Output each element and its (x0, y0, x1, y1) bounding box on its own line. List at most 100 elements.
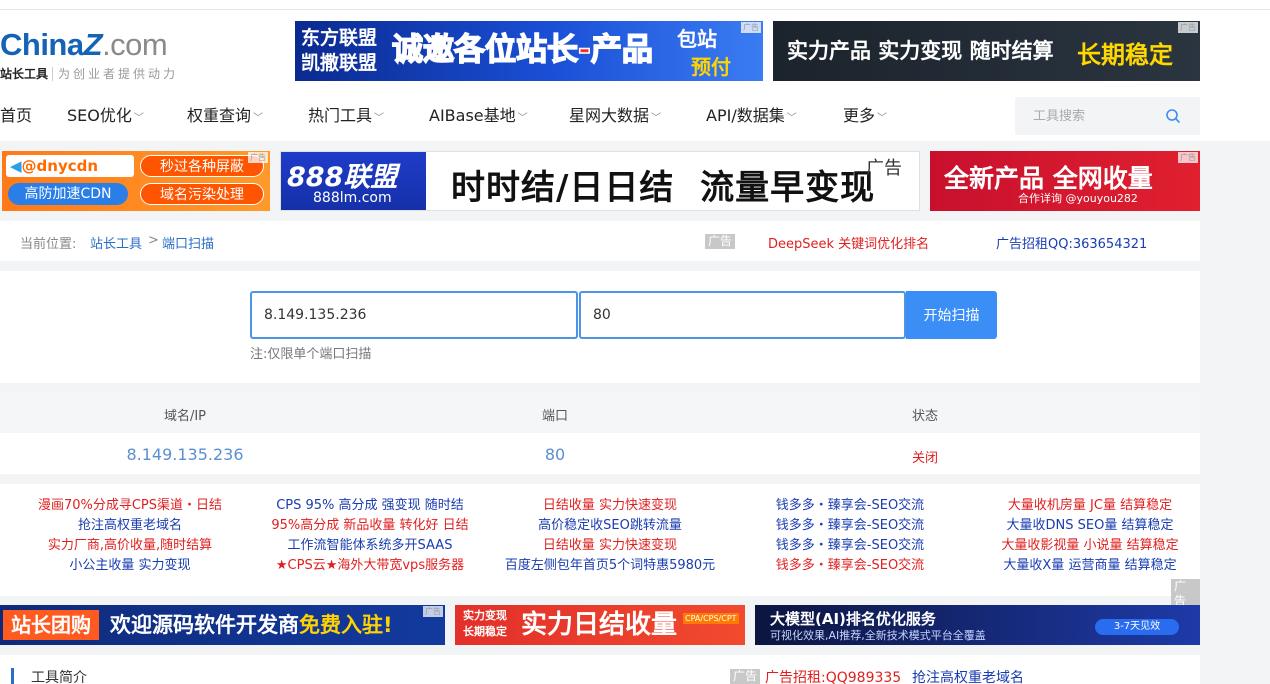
chevron-down-icon: ﹀ (374, 113, 385, 124)
nav-item-home[interactable]: 首页 (0, 106, 32, 126)
ad-link-column-2: CPS 95% 高分成 强变现 随时结 95%高分成 新品收量 转化好 日结 工… (250, 496, 490, 576)
nav-item-bigdata[interactable]: 星网大数据 ﹀ (569, 106, 661, 129)
ad3-text-d: 域名污染处理 (140, 183, 264, 205)
ad-tag: 广告 (705, 234, 736, 249)
result-port[interactable]: 80 (545, 445, 565, 464)
result-status: 关闭 (911, 451, 939, 466)
chevron-down-icon: ﹀ (786, 113, 797, 124)
banner-ad-cdn[interactable]: ◀@dnycdn 秒过各种屏蔽 高防加速CDN 域名污染处理 广告 (2, 151, 270, 211)
ad3-text-b: 秒过各种屏蔽 (140, 155, 264, 177)
ad-link[interactable]: 钱多多・臻享会-SEO交流 (730, 556, 970, 576)
nav-label: API/数据集 (706, 106, 785, 125)
breadcrumb-link-portscan[interactable]: 端口扫描 (162, 233, 214, 252)
result-ip[interactable]: 8.149.135.236 (126, 445, 243, 464)
logo-part3: .com (102, 27, 168, 62)
banner-ad-ai-ranking[interactable]: 大模型(AI)排名优化服务 可视化效果,AI推荐,全新技术模式平台全覆盖 3-7… (755, 605, 1200, 645)
logo-part2: Z (83, 27, 103, 62)
logo-tagline: 站长工具 为创业者提供动力 (0, 66, 210, 82)
logo-sub1: 站长工具 (0, 67, 49, 81)
ad6-text1: 欢迎源码软件开发商 (110, 613, 299, 637)
logo-sub2: 为创业者提供动力 (52, 67, 179, 81)
nav-item-aibase[interactable]: AIBase基地 ﹀ (429, 106, 528, 129)
nav-label: 热门工具 (308, 106, 373, 125)
ad-link[interactable]: 高价稳定收SEO跳转流量 (490, 516, 730, 536)
chevron-down-icon: ﹀ (517, 113, 528, 124)
ad1-left-text: 东方联盟 凯撒联盟 (301, 27, 378, 74)
ad-tag: 广告 (730, 669, 761, 684)
chevron-down-icon: ﹀ (651, 113, 662, 124)
ad-link[interactable]: 钱多多・臻享会-SEO交流 (730, 496, 970, 516)
ad6-text2: 免费入驻! (299, 613, 393, 637)
ad-link[interactable]: 大量收DNS SEO量 结算稳定 (970, 516, 1210, 536)
banner-ad-daily-settle[interactable]: 实力变现 长期稳定 实力日结收量 CPA/CPS/CPT (455, 605, 745, 645)
logo-wordmark: ChinaZ.com (0, 28, 210, 62)
ad-link[interactable]: 漫画70%分成寻CPS渠道・日结 (10, 496, 250, 516)
nav-item-seo[interactable]: SEO优化 ﹀ (67, 106, 144, 129)
ad-link[interactable]: 日结收量 实力快速变现 (490, 496, 730, 516)
ad-tag: 广告 (741, 22, 761, 33)
logo-part1: China (0, 27, 84, 62)
ad4-tag: 广告 (866, 158, 902, 179)
search-icon[interactable] (1165, 108, 1181, 124)
site-logo[interactable]: ChinaZ.com 站长工具 为创业者提供动力 (0, 28, 210, 88)
nav-item-more[interactable]: 更多 ﹀ (843, 106, 887, 129)
ad2-left-text: 实力产品 实力变现 随时结算 (787, 39, 1054, 63)
banner-ad-group-buy[interactable]: 站长团购 欢迎源码软件开发商免费入驻! 广告 (0, 605, 445, 645)
ad4-slogan: 时时结/日日结 流量早变现 (451, 168, 876, 208)
main-nav: 首页 SEO优化 ﹀ 权重查询 ﹀ 热门工具 ﹀ AIBase基地 ﹀ 星网大数据 ﹀ A… (0, 95, 1000, 139)
ad4-url: 888lm.com (313, 190, 392, 206)
ad-link[interactable]: CPS 95% 高分成 强变现 随时结 (250, 496, 490, 516)
intro-ad-qq[interactable]: 广告招租:QQ989335 (765, 667, 901, 684)
start-scan-button[interactable]: 开始扫描 (906, 291, 997, 339)
ad3-text-c: 高防加速CDN (8, 183, 128, 205)
ad-link[interactable]: 抢注高权重老域名 (10, 516, 250, 536)
ad-link[interactable]: 大量收X量 运营商量 结算稳定 (970, 556, 1210, 576)
banner-ad-new-product[interactable]: 全新产品 全网收量 合作详询 @youyou282 广告 (930, 151, 1200, 211)
intro-ad-domain[interactable]: 抢注高权重老域名 (912, 667, 1024, 684)
port-input[interactable] (579, 291, 906, 339)
ad-link[interactable]: 95%高分成 新品收量 转化好 日结 (250, 516, 490, 536)
header-status: 状态 (911, 409, 939, 424)
ip-input[interactable] (250, 291, 578, 339)
breadcrumb-separator: > (148, 233, 159, 248)
breadcrumb-link-tools[interactable]: 站长工具 (90, 233, 142, 252)
ad-link-column-3: 日结收量 实力快速变现 高价稳定收SEO跳转流量 日结收量 实力快速变现 百度左… (490, 496, 730, 576)
banner-ad-888[interactable]: 888联盟 888lm.com 时时结/日日结 流量早变现 广告 (280, 151, 920, 211)
ad-link[interactable]: 工作流智能体系统多开SAAS (250, 536, 490, 556)
breadcrumb-ad-qq[interactable]: 广告招租QQ:363654321 (996, 233, 1147, 252)
ad-link[interactable]: 大量收影视量 小说量 结算稳定 (970, 536, 1210, 556)
ad-tag: 广告 (1178, 152, 1198, 163)
chevron-down-icon: ﹀ (253, 113, 264, 124)
breadcrumb-label: 当前位置: (20, 237, 77, 252)
ad1-right-text1: 包站 (677, 27, 717, 51)
banner-ad-stable[interactable]: 实力产品 实力变现 随时结算 长期稳定 广告 (773, 21, 1200, 81)
nav-item-api[interactable]: API/数据集 ﹀ (706, 106, 797, 129)
nav-label: AIBase基地 (429, 106, 516, 125)
ad-link[interactable]: ★CPS云★海外大带宽vps服务器 (250, 556, 490, 576)
ad4-logo-text: 888联盟 (287, 162, 398, 193)
ad-link[interactable]: 小公主收量 实力变现 (10, 556, 250, 576)
banner-ad-union[interactable]: 东方联盟 凯撒联盟 诚邀各位站长-产品 包站 预付 广告 (295, 21, 763, 81)
scan-note: 注:仅限单个端口扫描 (250, 347, 372, 362)
ad-link[interactable]: 钱多多・臻享会-SEO交流 (730, 536, 970, 556)
ad6-badge: 站长团购 (3, 610, 99, 640)
ad-link[interactable]: 钱多多・臻享会-SEO交流 (730, 516, 970, 536)
ad8-badge: 3-7天见效 (1095, 619, 1179, 635)
header-port: 端口 (541, 409, 569, 424)
ad-links-grid: 漫画70%分成寻CPS渠道・日结 抢注高权重老域名 实力厂商,高价收量,随时结算… (0, 484, 1200, 609)
nav-item-weight[interactable]: 权重查询 ﹀ (187, 106, 263, 129)
search-input[interactable] (1033, 106, 1163, 126)
section-accent (11, 668, 14, 684)
ad-link[interactable]: 百度左侧包年首页5个词特惠5980元 (490, 556, 730, 576)
breadcrumb-ad-deepseek[interactable]: DeepSeek 关键词优化排名 (768, 233, 929, 252)
chevron-down-icon: ﹀ (877, 113, 888, 124)
ad-link[interactable]: 日结收量 实力快速变现 (490, 536, 730, 556)
ad4-logo: 888联盟 888lm.com (281, 152, 426, 210)
telegram-icon: ◀ (10, 157, 22, 175)
ad8-sub: 可视化效果,AI推荐,全新技术模式平台全覆盖 (770, 629, 986, 642)
ad-link[interactable]: 实力厂商,高价收量,随时结算 (10, 536, 250, 556)
ad3-handle: ◀@dnycdn (6, 155, 134, 177)
nav-item-hot-tools[interactable]: 热门工具 ﹀ (308, 106, 384, 129)
ad3-handle-text: @dnycdn (21, 157, 99, 175)
ad-link[interactable]: 大量收机房量 JC量 结算稳定 (970, 496, 1210, 516)
